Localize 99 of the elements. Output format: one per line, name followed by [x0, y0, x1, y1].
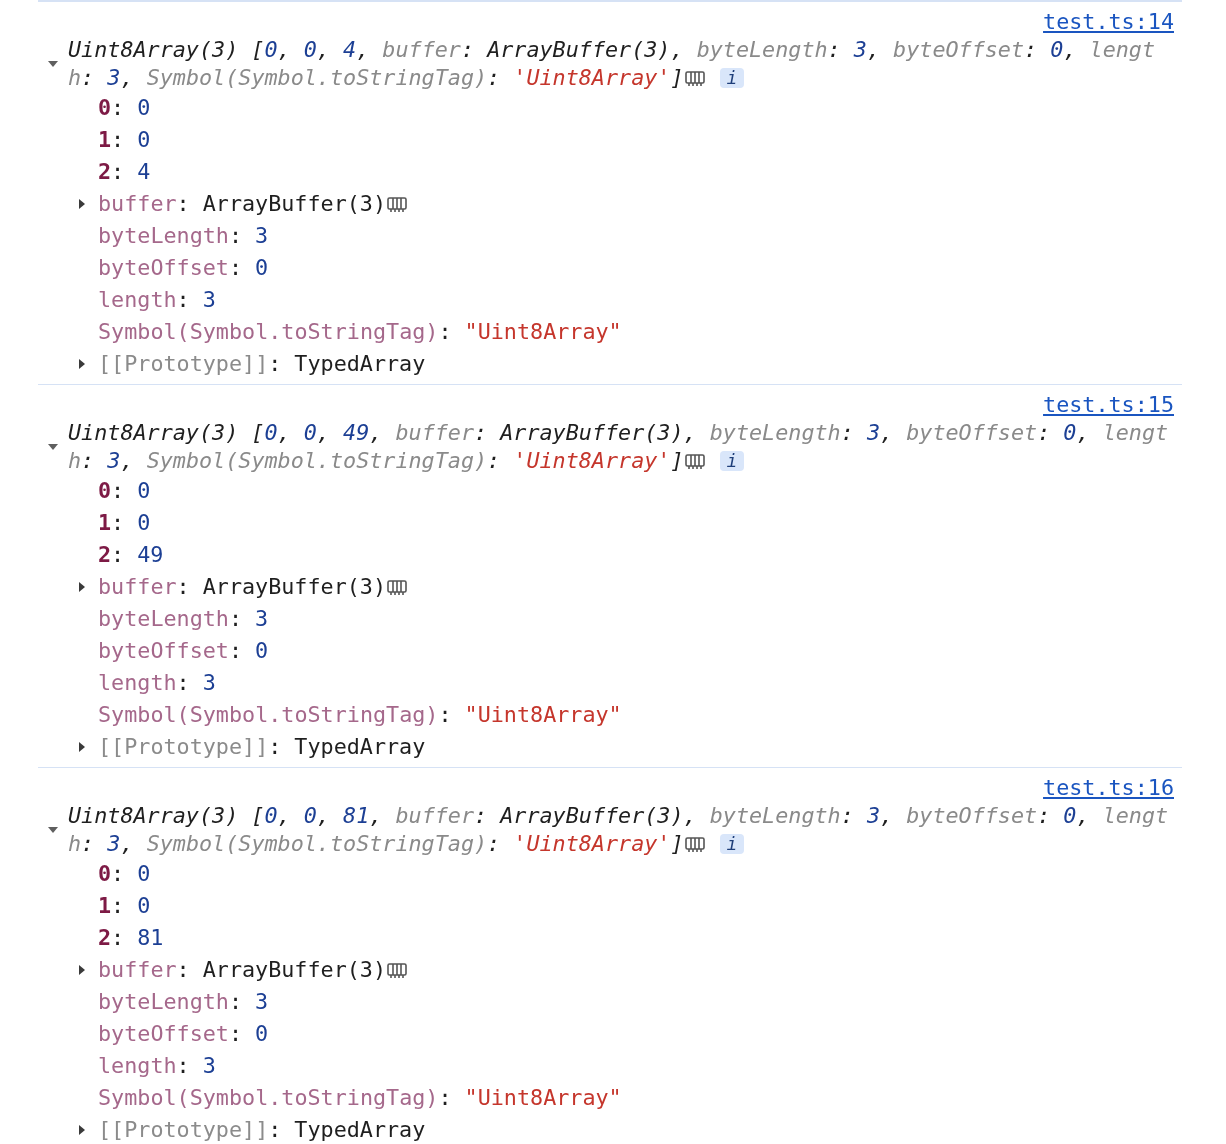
colon: : — [438, 318, 453, 346]
array-summary: h: 3, Symbol(Symbol.toStringTag): 'Uint8Array'] — [68, 64, 684, 92]
property-value: ArrayBuffer(3) — [202, 190, 386, 218]
property-key: length — [98, 669, 177, 697]
memory-chip-icon[interactable] — [683, 68, 706, 88]
property-value: 0 — [255, 637, 269, 665]
property-key: 1 — [98, 509, 112, 537]
property-value: 0 — [137, 860, 151, 888]
array-summary: Uint8Array(3) [0, 0, 49, buffer: ArrayBuffer(3), byteLength: 3, byteOffset: 0, lengt — [68, 419, 1169, 447]
source-link[interactable]: test.ts:15 — [1043, 391, 1182, 419]
colon: : — [176, 1052, 191, 1080]
property-key: byteOffset — [98, 637, 229, 665]
property-key: buffer — [98, 956, 177, 984]
property-value: 3 — [202, 669, 216, 697]
property-value: 0 — [137, 892, 151, 920]
source-link[interactable]: test.ts:14 — [1043, 8, 1182, 36]
property-key: byteOffset — [98, 1020, 229, 1048]
colon: : — [111, 158, 126, 186]
colon: : — [111, 892, 126, 920]
array-summary: Uint8Array(3) [0, 0, 4, buffer: ArrayBuffer(3), byteLength: 3, byteOffset: 0, lengt — [68, 36, 1156, 64]
memory-chip-icon[interactable] — [683, 451, 706, 471]
property-value: 3 — [202, 286, 216, 314]
property-value: 49 — [137, 541, 164, 569]
colon: : — [268, 350, 283, 378]
property-key: 2 — [98, 541, 112, 569]
colon: : — [268, 1116, 283, 1144]
property-key: 1 — [98, 892, 112, 920]
source-link[interactable]: test.ts:16 — [1043, 774, 1182, 802]
property-value: "Uint8Array" — [464, 318, 622, 346]
property-key: byteLength — [98, 988, 229, 1016]
info-badge[interactable]: i — [719, 451, 745, 471]
property-key: Symbol(Symbol.toStringTag) — [98, 1084, 439, 1112]
memory-chip-icon[interactable] — [386, 960, 408, 980]
property-value: 0 — [137, 509, 151, 537]
property-key: [[Prototype]] — [98, 350, 269, 378]
colon: : — [111, 126, 126, 154]
info-badge[interactable]: i — [719, 834, 745, 854]
colon: : — [176, 669, 191, 697]
colon: : — [176, 286, 191, 314]
property-value: 0 — [255, 1020, 269, 1048]
colon: : — [111, 924, 126, 952]
property-value: 0 — [137, 477, 151, 505]
property-value: TypedArray — [294, 733, 426, 761]
array-summary: h: 3, Symbol(Symbol.toStringTag): 'Uint8Array'] — [68, 830, 684, 858]
property-value: 3 — [255, 222, 269, 250]
property-key: buffer — [98, 573, 177, 601]
property-value: 4 — [137, 158, 151, 186]
property-key: byteOffset — [98, 254, 229, 282]
memory-chip-icon[interactable] — [683, 834, 706, 854]
property-key: buffer — [98, 190, 177, 218]
colon: : — [111, 94, 126, 122]
array-summary: Uint8Array(3) [0, 0, 81, buffer: ArrayBuffer(3), byteLength: 3, byteOffset: 0, lengt — [68, 802, 1169, 830]
property-key: 2 — [98, 924, 112, 952]
property-value: 0 — [137, 126, 151, 154]
property-key: 0 — [98, 94, 112, 122]
colon: : — [268, 733, 283, 761]
colon: : — [176, 573, 191, 601]
colon: : — [176, 190, 191, 218]
colon: : — [111, 860, 126, 888]
property-value: 0 — [137, 94, 151, 122]
property-value: ArrayBuffer(3) — [202, 573, 386, 601]
property-key: length — [98, 1052, 177, 1080]
property-value: ArrayBuffer(3) — [202, 956, 386, 984]
colon: : — [228, 1020, 244, 1048]
colon: : — [228, 637, 244, 665]
property-value: TypedArray — [294, 350, 426, 378]
property-key: Symbol(Symbol.toStringTag) — [98, 318, 439, 346]
colon: : — [438, 1084, 453, 1112]
colon: : — [111, 541, 126, 569]
array-summary: h: 3, Symbol(Symbol.toStringTag): 'Uint8Array'] — [68, 447, 684, 475]
property-key: 0 — [98, 860, 112, 888]
property-value: 3 — [202, 1052, 216, 1080]
colon: : — [111, 509, 126, 537]
property-value: "Uint8Array" — [464, 701, 622, 729]
colon: : — [111, 477, 126, 505]
colon: : — [228, 254, 244, 282]
property-value: 0 — [255, 254, 269, 282]
colon: : — [228, 605, 244, 633]
property-value: 81 — [137, 924, 164, 952]
property-value: "Uint8Array" — [464, 1084, 622, 1112]
property-key: byteLength — [98, 605, 229, 633]
property-key: length — [98, 286, 177, 314]
memory-chip-icon[interactable] — [386, 194, 408, 214]
property-key: 1 — [98, 126, 112, 154]
property-value: TypedArray — [294, 1116, 426, 1144]
property-value: 3 — [255, 988, 269, 1016]
property-key: Symbol(Symbol.toStringTag) — [98, 701, 439, 729]
colon: : — [176, 956, 191, 984]
info-badge[interactable]: i — [719, 68, 745, 88]
property-key: 2 — [98, 158, 112, 186]
property-key: [[Prototype]] — [98, 1116, 269, 1144]
property-key: [[Prototype]] — [98, 733, 269, 761]
colon: : — [228, 988, 244, 1016]
colon: : — [228, 222, 244, 250]
property-key: byteLength — [98, 222, 229, 250]
property-key: 0 — [98, 477, 112, 505]
colon: : — [438, 701, 453, 729]
property-value: 3 — [255, 605, 269, 633]
memory-chip-icon[interactable] — [386, 577, 408, 597]
